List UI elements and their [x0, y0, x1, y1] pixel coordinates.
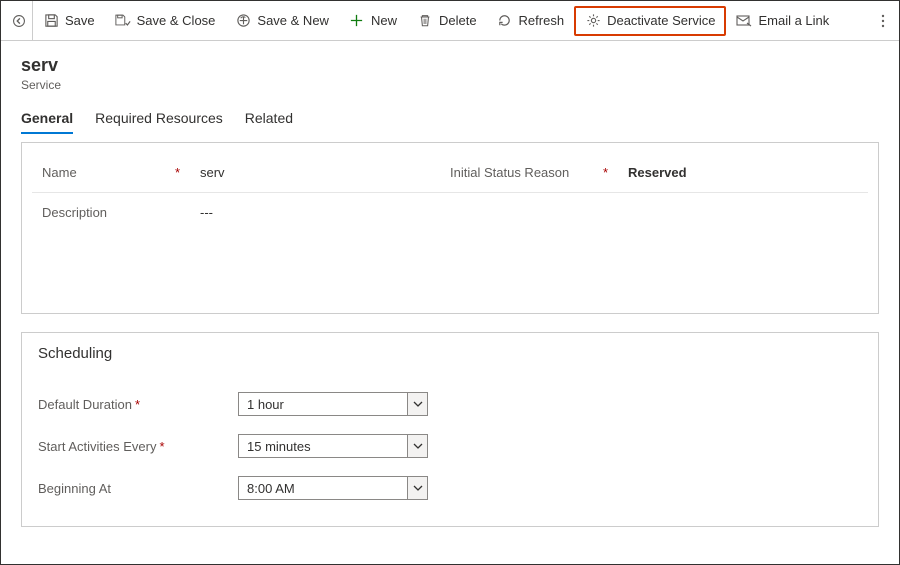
default-duration-dropdown[interactable]: 1 hour [238, 392, 428, 416]
save-icon [43, 13, 59, 29]
refresh-button[interactable]: Refresh [487, 7, 575, 35]
email-link-button[interactable]: Email a Link [726, 7, 839, 35]
tab-required-resources[interactable]: Required Resources [95, 106, 223, 134]
new-label: New [371, 13, 397, 28]
default-duration-label: Default Duration* [38, 397, 238, 412]
required-icon: * [159, 439, 164, 454]
start-every-label: Start Activities Every* [38, 439, 238, 454]
name-value[interactable]: serv [200, 165, 225, 180]
scheduling-title: Scheduling [22, 333, 878, 374]
save-button[interactable]: Save [33, 7, 105, 35]
status-value[interactable]: Reserved [628, 165, 687, 180]
general-card: Name* serv Initial Status Reason* Reserv… [21, 142, 879, 314]
start-every-value: 15 minutes [247, 439, 311, 454]
beginning-at-dropdown[interactable]: 8:00 AM [238, 476, 428, 500]
tab-related[interactable]: Related [245, 106, 293, 134]
more-vertical-icon [875, 13, 891, 29]
description-value[interactable]: --- [200, 205, 213, 220]
new-button[interactable]: New [339, 7, 407, 35]
delete-label: Delete [439, 13, 477, 28]
page-content: serv Service General Required Resources … [1, 41, 899, 527]
save-close-button[interactable]: Save & Close [105, 7, 226, 35]
required-icon: * [603, 165, 608, 180]
chevron-left-icon [11, 13, 27, 29]
chevron-down-icon [407, 435, 427, 457]
save-label: Save [65, 13, 95, 28]
save-new-label: Save & New [257, 13, 329, 28]
save-close-label: Save & Close [137, 13, 216, 28]
plus-icon [349, 13, 365, 29]
tab-general[interactable]: General [21, 106, 73, 134]
save-close-icon [115, 13, 131, 29]
deactivate-label: Deactivate Service [607, 13, 715, 28]
record-title: serv [21, 55, 879, 76]
back-button[interactable] [5, 1, 33, 41]
envelope-icon [736, 13, 752, 29]
email-link-label: Email a Link [758, 13, 829, 28]
refresh-label: Refresh [519, 13, 565, 28]
name-label: Name* [42, 165, 192, 180]
beginning-at-value: 8:00 AM [247, 481, 295, 496]
chevron-down-icon [407, 393, 427, 415]
required-icon: * [135, 397, 140, 412]
overflow-menu-button[interactable] [871, 7, 895, 35]
default-duration-value: 1 hour [247, 397, 284, 412]
refresh-icon [497, 13, 513, 29]
start-every-dropdown[interactable]: 15 minutes [238, 434, 428, 458]
command-bar: Save Save & Close Save & New New Delete … [1, 1, 899, 41]
status-label: Initial Status Reason* [450, 165, 620, 180]
chevron-down-icon [407, 477, 427, 499]
record-subtitle: Service [21, 78, 879, 92]
description-label: Description [42, 205, 192, 220]
required-icon: * [175, 165, 180, 180]
tab-list: General Required Resources Related [21, 106, 879, 134]
gear-icon [585, 13, 601, 29]
delete-button[interactable]: Delete [407, 7, 487, 35]
scheduling-card: Scheduling Default Duration* 1 hour Star… [21, 332, 879, 527]
beginning-at-label: Beginning At [38, 481, 238, 496]
save-new-button[interactable]: Save & New [225, 7, 339, 35]
save-new-icon [235, 13, 251, 29]
deactivate-service-button[interactable]: Deactivate Service [574, 6, 726, 36]
trash-icon [417, 13, 433, 29]
